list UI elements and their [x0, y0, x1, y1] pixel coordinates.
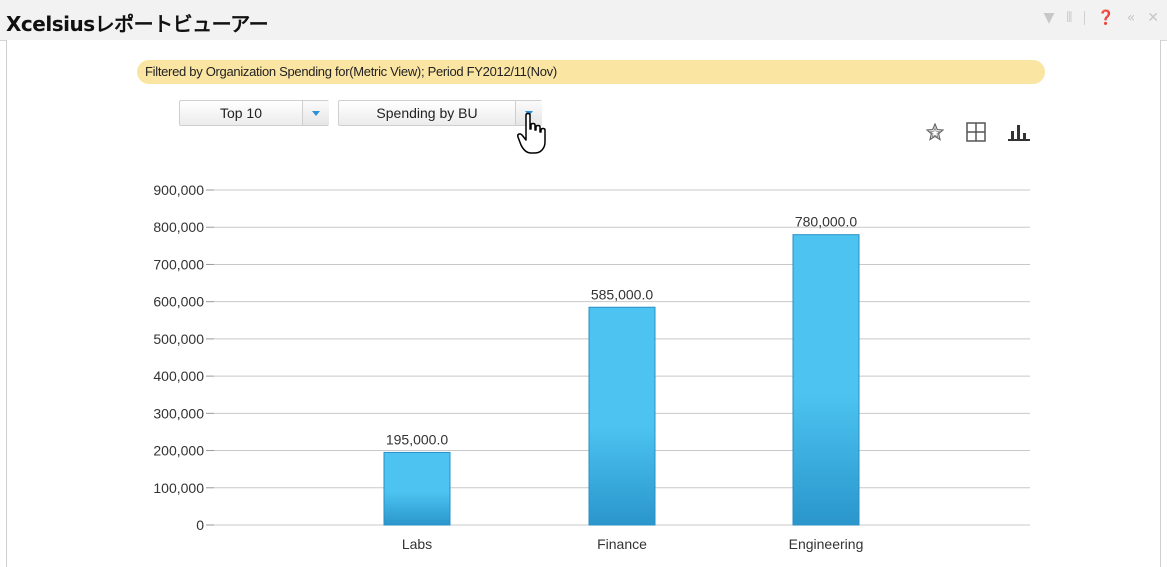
- y-tick-label: 300,000: [153, 405, 204, 421]
- x-tick-label: Labs: [402, 536, 432, 552]
- bar-labs[interactable]: [383, 451, 451, 526]
- y-tick-label: 200,000: [153, 443, 204, 459]
- spending-bar-chart: 0 100,000 200,000 300,000 400,000 500,000 600,…: [153, 182, 1030, 552]
- y-tick-label: 800,000: [153, 219, 204, 235]
- data-label: 195,000.0: [386, 431, 448, 447]
- bar-engineering[interactable]: [792, 234, 860, 526]
- y-tick-label: 100,000: [153, 480, 204, 496]
- y-tick-label: 500,000: [153, 331, 204, 347]
- data-label: 585,000.0: [591, 286, 653, 302]
- y-tick-label: 700,000: [153, 256, 204, 272]
- y-tick-label: 600,000: [153, 294, 204, 310]
- data-label: 780,000.0: [795, 214, 857, 230]
- y-tick-label: 900,000: [153, 182, 204, 198]
- y-tick-label: 400,000: [153, 368, 204, 384]
- x-tick-label: Engineering: [789, 536, 864, 552]
- y-tick-label: 0: [196, 517, 204, 533]
- x-tick-label: Finance: [597, 536, 647, 552]
- bar-finance[interactable]: [588, 306, 656, 526]
